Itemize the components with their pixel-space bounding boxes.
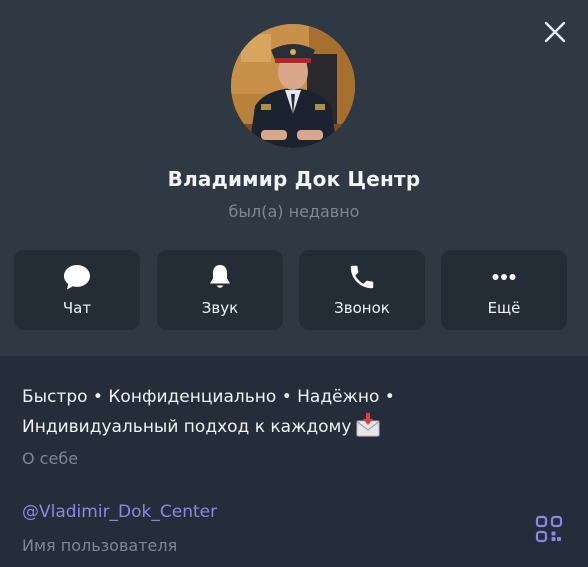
profile-status: был(а) недавно — [228, 202, 360, 221]
avatar-photo — [231, 24, 355, 148]
bio-text: Быстро • Конфиденциально • Надёжно • Инд… — [22, 382, 562, 442]
bio-line-2-text: Индивидуальный подход к каждому — [22, 417, 352, 437]
more-dots-icon — [492, 274, 516, 280]
chat-button-label: Чат — [62, 299, 92, 317]
bio-line-1: Быстро • Конфиденциально • Надёжно • — [22, 387, 395, 407]
close-button[interactable] — [541, 18, 569, 46]
qr-code-icon — [535, 515, 563, 543]
more-button-label: Ещё — [487, 299, 521, 317]
sound-button-label: Звук — [201, 299, 239, 317]
call-button[interactable]: Звонок — [299, 250, 425, 330]
close-icon — [544, 21, 566, 43]
bio-line-2: Индивидуальный подход к каждому — [22, 412, 562, 442]
username-link[interactable]: @Vladimir_Dok_Center — [22, 502, 217, 522]
profile-header: Владимир Док Центр был(а) недавно Чат Зв… — [0, 0, 588, 356]
phone-icon — [350, 265, 374, 289]
qr-code-button[interactable] — [535, 515, 563, 543]
chat-bubble-icon — [64, 265, 90, 290]
username-caption: Имя пользователя — [22, 536, 178, 555]
bell-icon — [210, 265, 230, 288]
more-button[interactable]: Ещё — [441, 250, 567, 330]
avatar[interactable] — [231, 24, 355, 148]
bio-caption: О себе — [22, 449, 79, 468]
chat-button[interactable]: Чат — [14, 250, 140, 330]
incoming-envelope-icon — [356, 413, 380, 437]
sound-button[interactable]: Звук — [157, 250, 283, 330]
call-button-label: Звонок — [334, 299, 390, 317]
profile-name: Владимир Док Центр — [167, 167, 421, 191]
